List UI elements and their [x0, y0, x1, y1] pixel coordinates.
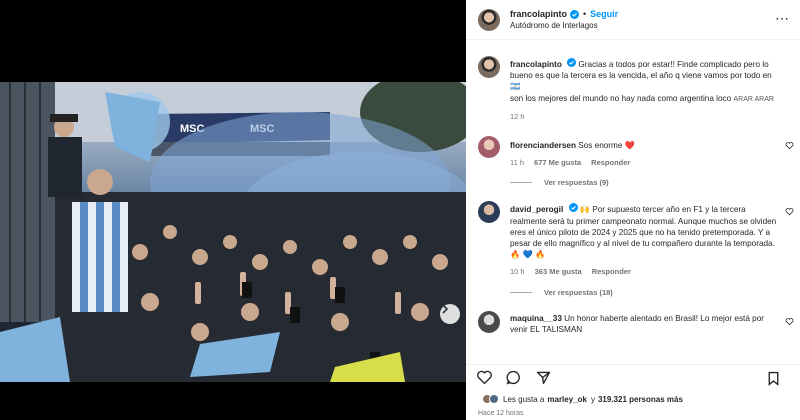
- caption-flag: 🇦🇷: [510, 82, 521, 92]
- crowd-photo-illustration: MSC MSC: [0, 82, 466, 382]
- post-time-ago: Hace 12 horas: [478, 410, 524, 417]
- view-replies-label: Ver respuestas (18): [544, 287, 613, 297]
- comment-bubble-icon[interactable]: [505, 369, 522, 386]
- likes-mid: y: [590, 394, 595, 404]
- caption-hashtag: ARAR ARAR: [733, 95, 774, 103]
- comment-emoji: ❤️: [624, 141, 635, 151]
- comment-item: florenciandersen Sos enorme ❤️ 11 h 677 …: [466, 128, 800, 168]
- comment-item: david_perogil 🙌 Por supuesto tercer año …: [466, 193, 800, 277]
- commenter-avatar[interactable]: [478, 201, 500, 224]
- verified-badge-icon: [567, 58, 577, 67]
- caption-username[interactable]: francolapinto: [510, 60, 562, 69]
- comment-item: maquina__33 Un honor haberte alentado en…: [466, 303, 800, 335]
- like-comment-heart-icon[interactable]: [785, 207, 794, 216]
- caption-avatar[interactable]: [478, 56, 500, 78]
- like-comment-heart-icon[interactable]: [785, 141, 794, 150]
- likes-summary[interactable]: Les gusta a marley_ok y 319.321 personas…: [478, 394, 683, 404]
- chevron-right-icon: [442, 304, 449, 314]
- comment-extra: EL TALISMAN: [530, 324, 583, 334]
- commenter-avatar[interactable]: [478, 136, 500, 159]
- view-replies-button[interactable]: Ver respuestas (18): [510, 288, 800, 297]
- instagram-post-viewer: MSC MSC: [0, 0, 800, 420]
- replies-line: [510, 291, 532, 293]
- reply-button[interactable]: Responder: [592, 266, 631, 277]
- reply-button[interactable]: Responder: [591, 157, 630, 168]
- comment-time: 10 h: [510, 267, 525, 277]
- liker-avatar: [489, 394, 499, 404]
- commenter-avatar[interactable]: [478, 310, 500, 333]
- author-username[interactable]: francolapinto: [510, 9, 567, 19]
- media-area: MSC MSC: [0, 0, 466, 420]
- commenter-username[interactable]: david_perogil: [510, 205, 563, 214]
- comment-tail-emoji: 🔥 💙 🔥: [510, 250, 546, 260]
- post-side-panel: francolapinto • Seguir Autódromo de Inte…: [466, 0, 800, 420]
- caption-text-2: son los mejores del mundo no hay nada co…: [510, 93, 732, 103]
- caption-time: 12 h: [510, 111, 525, 121]
- verified-badge-icon: [570, 9, 580, 19]
- likes-prefix: Les gusta a: [503, 394, 545, 404]
- more-options-icon[interactable]: ⋯: [775, 10, 790, 27]
- post-location[interactable]: Autódromo de Interlagos: [510, 21, 618, 30]
- save-bookmark-icon[interactable]: [765, 370, 782, 387]
- follow-button[interactable]: Seguir: [590, 9, 618, 19]
- likes-user[interactable]: marley_ok: [547, 395, 587, 404]
- commenter-username[interactable]: maquina__33: [510, 314, 562, 323]
- post-header: francolapinto • Seguir Autódromo de Inte…: [466, 0, 800, 40]
- comments-list: francolapinto Gracias a todos por estar!…: [466, 48, 800, 356]
- separator-dot: •: [583, 9, 587, 19]
- verified-badge-icon: [568, 203, 578, 213]
- comment-time: 11 h: [510, 158, 525, 168]
- author-avatar[interactable]: [478, 8, 500, 31]
- action-bar: [466, 364, 800, 387]
- comment-likes[interactable]: 363 Me gusta: [535, 266, 582, 277]
- likes-count[interactable]: 319.321 personas más: [598, 395, 683, 404]
- replies-line: [510, 182, 532, 184]
- view-replies-label: Ver respuestas (9): [544, 178, 609, 188]
- like-comment-heart-icon[interactable]: [785, 317, 794, 326]
- comment-lead-emoji: 🙌: [579, 205, 590, 215]
- post-photo: MSC MSC: [0, 82, 466, 382]
- next-media-button[interactable]: [440, 304, 460, 324]
- like-heart-icon[interactable]: [476, 369, 493, 386]
- view-replies-button[interactable]: Ver respuestas (9): [510, 178, 800, 187]
- comment-text: Sos enorme: [578, 141, 623, 151]
- caption: francolapinto Gracias a todos por estar!…: [466, 48, 800, 122]
- share-paper-plane-icon[interactable]: [535, 369, 552, 386]
- comment-likes[interactable]: 677 Me gusta: [534, 157, 581, 168]
- commenter-username[interactable]: florenciandersen: [510, 141, 576, 150]
- author-info: francolapinto • Seguir Autódromo de Inte…: [510, 9, 618, 30]
